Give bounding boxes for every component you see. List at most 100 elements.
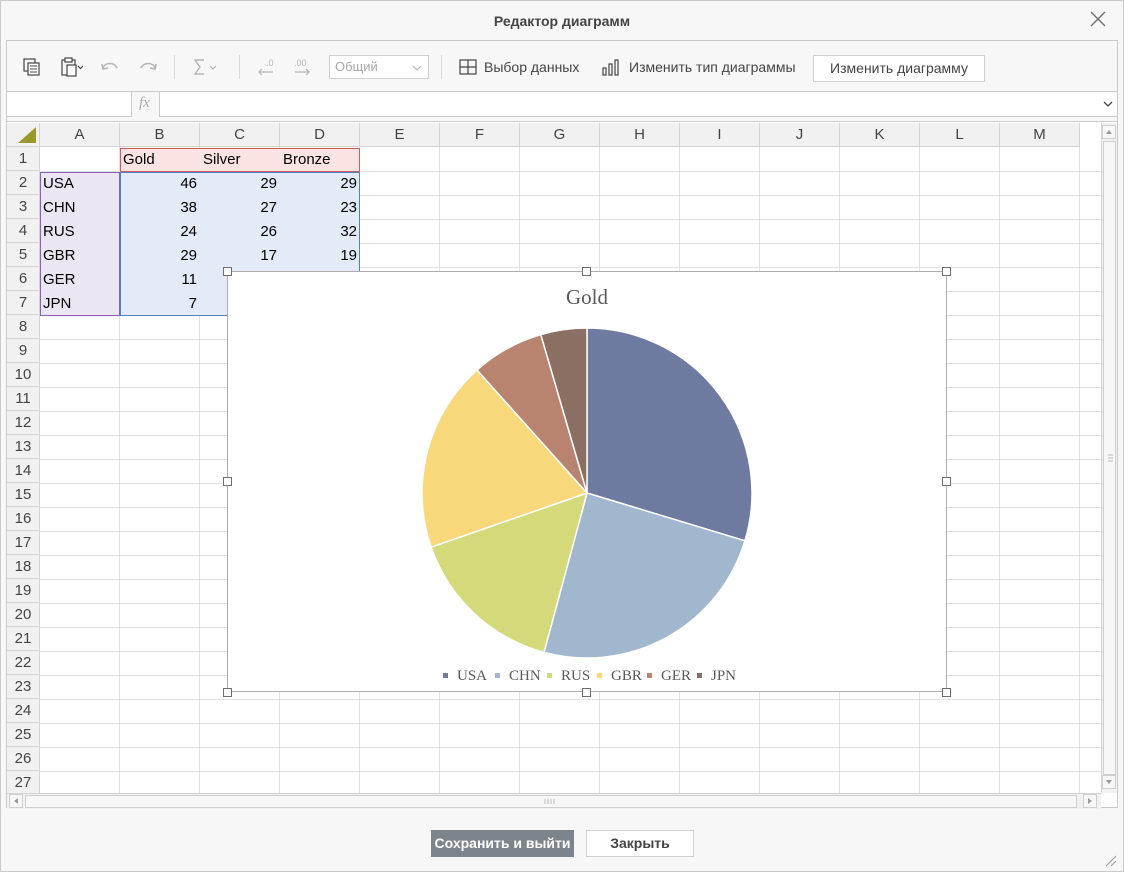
resize-handle-nw[interactable] [223, 267, 232, 276]
column-header[interactable]: C [200, 123, 280, 147]
vertical-scrollbar[interactable] [1101, 123, 1117, 793]
resize-handle-e[interactable] [942, 477, 951, 486]
row-header[interactable]: 17 [7, 531, 40, 555]
header-cell-silver[interactable]: Silver [200, 148, 280, 172]
close-icon[interactable] [1089, 10, 1107, 28]
resize-grip-icon[interactable] [1103, 853, 1117, 867]
row-header[interactable]: 19 [7, 579, 40, 603]
scroll-down-button[interactable] [1102, 775, 1116, 789]
row-header[interactable]: 22 [7, 651, 40, 675]
row-header[interactable]: 2 [7, 171, 40, 195]
row-header[interactable]: 20 [7, 603, 40, 627]
row-header[interactable]: 3 [7, 195, 40, 219]
value-cell[interactable]: 38 [120, 196, 200, 220]
scroll-up-button[interactable] [1102, 125, 1116, 139]
decrease-decimal-button[interactable]: .0 [253, 54, 279, 80]
column-header[interactable]: K [840, 123, 920, 147]
row-header[interactable]: 27 [7, 771, 40, 793]
value-cell[interactable]: 32 [280, 220, 360, 244]
value-cell[interactable]: 7 [120, 292, 200, 316]
value-cell[interactable]: 27 [200, 196, 280, 220]
row-header[interactable]: 5 [7, 243, 40, 267]
row-header[interactable]: 10 [7, 363, 40, 387]
value-cell[interactable]: 24 [120, 220, 200, 244]
category-cell[interactable]: GBR [40, 244, 120, 268]
category-cell[interactable]: USA [40, 172, 120, 196]
row-header[interactable]: 21 [7, 627, 40, 651]
number-format-combo[interactable]: Общий [329, 55, 429, 79]
value-cell[interactable]: 29 [120, 244, 200, 268]
select-data-button[interactable]: Выбор данных [458, 54, 579, 80]
row-header[interactable]: 1 [7, 147, 40, 171]
value-cell[interactable]: 17 [200, 244, 280, 268]
scroll-right-button[interactable] [1083, 794, 1097, 808]
category-cell[interactable]: GER [40, 268, 120, 292]
header-cell-bronze[interactable]: Bronze [280, 148, 360, 172]
pie-chart-object[interactable]: Gold USA CHN RUS GBR GER JPN [227, 271, 947, 692]
column-header[interactable]: I [680, 123, 760, 147]
paste-button[interactable] [59, 54, 85, 80]
column-header[interactable]: J [760, 123, 840, 147]
formula-input[interactable] [159, 92, 1117, 117]
row-header[interactable]: 18 [7, 555, 40, 579]
row-header[interactable]: 15 [7, 483, 40, 507]
category-cell[interactable]: RUS [40, 220, 120, 244]
value-cell[interactable]: 11 [120, 268, 200, 292]
column-header[interactable]: H [600, 123, 680, 147]
resize-handle-n[interactable] [582, 267, 591, 276]
change-chart-type-button[interactable]: Изменить тип диаграммы [601, 54, 796, 80]
select-all-corner[interactable] [7, 123, 40, 147]
close-button[interactable]: Закрыть [586, 830, 694, 857]
column-header[interactable]: G [520, 123, 600, 147]
resize-handle-s[interactable] [582, 688, 591, 697]
value-cell[interactable]: 46 [120, 172, 200, 196]
value-cell[interactable]: 26 [200, 220, 280, 244]
horizontal-scroll-thumb[interactable] [25, 795, 1077, 808]
row-header[interactable]: 6 [7, 267, 40, 291]
value-cell[interactable]: 23 [280, 196, 360, 220]
horizontal-scrollbar[interactable] [7, 793, 1101, 809]
row-header[interactable]: 23 [7, 675, 40, 699]
header-cell-gold[interactable]: Gold [120, 148, 200, 172]
row-header[interactable]: 14 [7, 459, 40, 483]
value-cell[interactable]: 29 [280, 172, 360, 196]
resize-handle-w[interactable] [223, 477, 232, 486]
resize-handle-se[interactable] [942, 688, 951, 697]
expand-formula-icon[interactable] [1103, 100, 1113, 108]
undo-button[interactable] [99, 54, 121, 80]
vertical-scroll-thumb[interactable] [1103, 141, 1116, 775]
row-header[interactable]: 9 [7, 339, 40, 363]
row-header[interactable]: 13 [7, 435, 40, 459]
edit-chart-button[interactable]: Изменить диаграмму [813, 55, 985, 82]
row-header[interactable]: 8 [7, 315, 40, 339]
column-header[interactable]: L [920, 123, 1000, 147]
column-header[interactable]: E [360, 123, 440, 147]
row-header[interactable]: 12 [7, 411, 40, 435]
resize-handle-ne[interactable] [942, 267, 951, 276]
row-header[interactable]: 16 [7, 507, 40, 531]
scroll-left-button[interactable] [9, 794, 23, 808]
column-header[interactable]: B [120, 123, 200, 147]
category-cell[interactable]: CHN [40, 196, 120, 220]
column-header[interactable]: A [40, 123, 120, 147]
value-cell[interactable]: 19 [280, 244, 360, 268]
increase-decimal-button[interactable]: .00 [289, 54, 315, 80]
row-header[interactable]: 25 [7, 723, 40, 747]
redo-button[interactable] [137, 54, 159, 80]
row-header[interactable]: 11 [7, 387, 40, 411]
row-header[interactable]: 24 [7, 699, 40, 723]
category-cell[interactable]: JPN [40, 292, 120, 316]
name-box[interactable] [7, 92, 132, 117]
row-header[interactable]: 7 [7, 291, 40, 315]
row-header[interactable]: 26 [7, 747, 40, 771]
sum-button[interactable] [190, 54, 224, 80]
save-and-exit-button[interactable]: Сохранить и выйти [431, 830, 574, 857]
formula-bar: fx [7, 92, 1117, 122]
row-header[interactable]: 4 [7, 219, 40, 243]
column-header[interactable]: F [440, 123, 520, 147]
resize-handle-sw[interactable] [223, 688, 232, 697]
column-header[interactable]: D [280, 123, 360, 147]
copy-button[interactable] [21, 54, 43, 80]
column-header[interactable]: M [1000, 123, 1080, 147]
value-cell[interactable]: 29 [200, 172, 280, 196]
